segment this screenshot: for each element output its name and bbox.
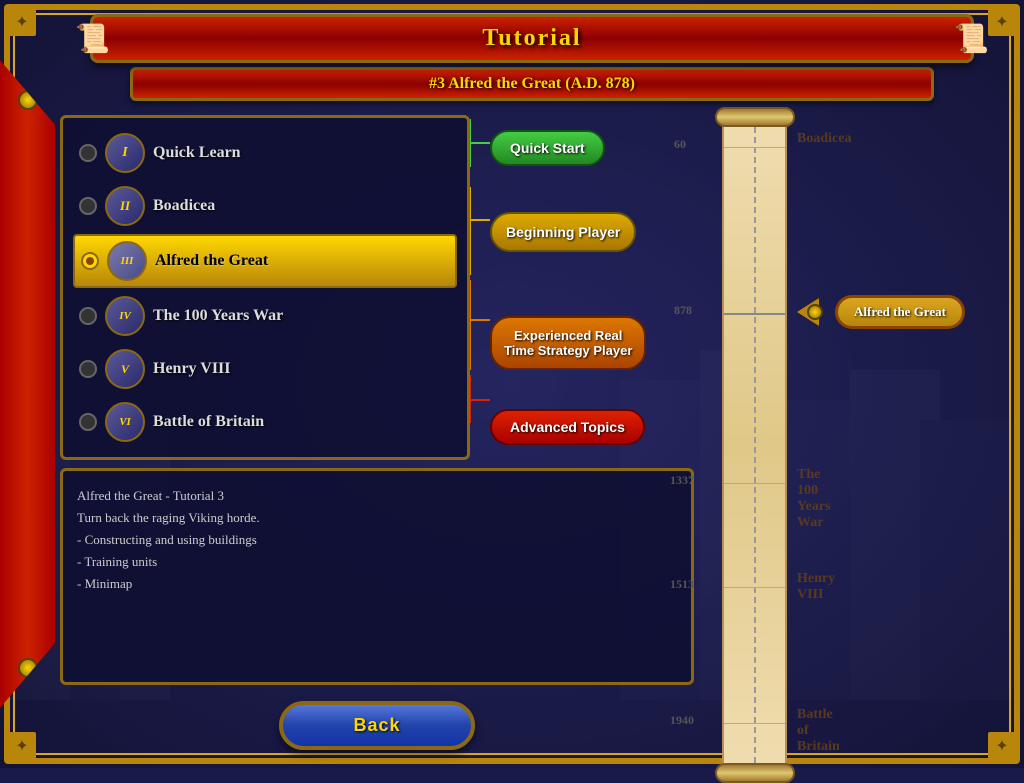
timeline-dotted-line <box>754 117 756 773</box>
scroll-roller-bottom <box>715 763 795 783</box>
name-battle: Battle of Britain <box>797 707 840 755</box>
tutorial-row-3[interactable]: III Alfred the Great <box>73 234 457 288</box>
radio-battle[interactable] <box>79 413 97 431</box>
title-banner: 📜 📜 Tutorial <box>90 14 974 63</box>
label-quick-learn: Quick Learn <box>153 144 241 162</box>
tutorial-row-6[interactable]: VI Battle of Britain <box>73 397 457 447</box>
tutorial-row-2[interactable]: II Boadicea <box>73 181 457 231</box>
tutorial-section: I Quick Learn II Boadicea III Alfred the… <box>60 115 694 460</box>
difficulty-buttons: Quick Start Beginning Player Experienced… <box>490 115 646 460</box>
page-title: Tutorial <box>482 25 581 51</box>
title-section: 📜 📜 Tutorial #3 Alfred the Great (A.D. 8… <box>70 14 994 101</box>
icon-alfred: III <box>107 241 147 281</box>
subtitle-banner: #3 Alfred the Great (A.D. 878) <box>130 67 934 101</box>
diff-experienced: Experienced RealTime Strategy Player <box>490 290 646 396</box>
diff-advanced: Advanced Topics <box>490 400 646 454</box>
left-content-area: I Quick Learn II Boadicea III Alfred the… <box>60 115 694 758</box>
label-battle: Battle of Britain <box>153 413 264 431</box>
radio-alfred[interactable] <box>81 252 99 270</box>
name-100years: The 100 Years War <box>797 467 830 531</box>
tick-1940 <box>724 723 785 724</box>
name-boadicea: Boadicea <box>797 131 851 147</box>
year-1337: 1337 <box>670 473 694 488</box>
scroll-icon-left: 📜 <box>75 22 110 56</box>
scroll-body <box>722 115 787 775</box>
back-button[interactable]: Back <box>279 701 474 750</box>
tutorial-row-5[interactable]: V Henry VIII <box>73 344 457 394</box>
diff-beginning: Beginning Player <box>490 179 646 285</box>
description-box: Alfred the Great - Tutorial 3 Turn back … <box>60 468 694 685</box>
radio-boadicea[interactable] <box>79 197 97 215</box>
year-878: 878 <box>674 303 692 318</box>
btn-advanced[interactable]: Advanced Topics <box>490 409 645 445</box>
ribbon-decoration <box>0 60 55 708</box>
corner-bl: ✦ <box>8 732 36 760</box>
btn-experienced[interactable]: Experienced RealTime Strategy Player <box>490 316 646 370</box>
name-henry: Henry VIII <box>797 571 835 603</box>
tutorial-list: I Quick Learn II Boadicea III Alfred the… <box>60 115 470 460</box>
back-button-area: Back <box>60 693 694 758</box>
tutorial-row-4[interactable]: IV The 100 Years War <box>73 291 457 341</box>
tick-1337 <box>724 483 785 484</box>
icon-henry: V <box>105 349 145 389</box>
bracket-connector <box>470 115 490 460</box>
arrow-icon <box>797 298 819 326</box>
tick-878 <box>724 313 785 315</box>
icon-boadicea: II <box>105 186 145 226</box>
subtitle-text: #3 Alfred the Great (A.D. 878) <box>429 75 635 92</box>
timeline-container: 60 878 1337 1513 1940 Boadicea Alfred th… <box>712 115 1012 758</box>
scroll-roller-top <box>715 107 795 127</box>
icon-battle: VI <box>105 402 145 442</box>
year-60: 60 <box>674 137 686 152</box>
radio-quick-learn[interactable] <box>79 144 97 162</box>
desc-line-1: Alfred the Great - Tutorial 3 <box>77 488 224 503</box>
label-boadicea: Boadicea <box>153 197 215 215</box>
icon-quick-learn: I <box>105 133 145 173</box>
corner-tl: ✦ <box>8 8 36 36</box>
alfred-marker-container: Alfred the Great <box>797 295 965 329</box>
desc-line-3: - Constructing and using buildings <box>77 532 257 547</box>
diff-quick-start: Quick Start <box>490 121 646 175</box>
corner-tr: ✦ <box>988 8 1016 36</box>
alfred-active-label: Alfred the Great <box>835 295 965 329</box>
timeline-section: 60 878 1337 1513 1940 Boadicea Alfred th… <box>712 115 1012 758</box>
label-henry: Henry VIII <box>153 360 231 378</box>
label-100years: The 100 Years War <box>153 307 283 325</box>
btn-quick-start[interactable]: Quick Start <box>490 130 605 166</box>
tick-60 <box>724 147 785 148</box>
desc-line-4: - Training units <box>77 554 157 569</box>
desc-line-2: Turn back the raging Viking horde. <box>77 510 260 525</box>
marker-circle-icon <box>807 304 823 320</box>
description-text: Alfred the Great - Tutorial 3 Turn back … <box>77 485 677 595</box>
scroll-parchment <box>722 115 787 775</box>
tutorial-row-1[interactable]: I Quick Learn <box>73 128 457 178</box>
btn-beginning[interactable]: Beginning Player <box>490 212 636 252</box>
radio-henry[interactable] <box>79 360 97 378</box>
tick-1513 <box>724 587 785 588</box>
year-1513: 1513 <box>670 577 694 592</box>
label-alfred: Alfred the Great <box>155 252 268 270</box>
radio-100years[interactable] <box>79 307 97 325</box>
year-1940: 1940 <box>670 713 694 728</box>
scroll-icon-right: 📜 <box>954 22 989 56</box>
desc-line-5: - Minimap <box>77 576 132 591</box>
corner-br: ✦ <box>988 732 1016 760</box>
icon-100years: IV <box>105 296 145 336</box>
